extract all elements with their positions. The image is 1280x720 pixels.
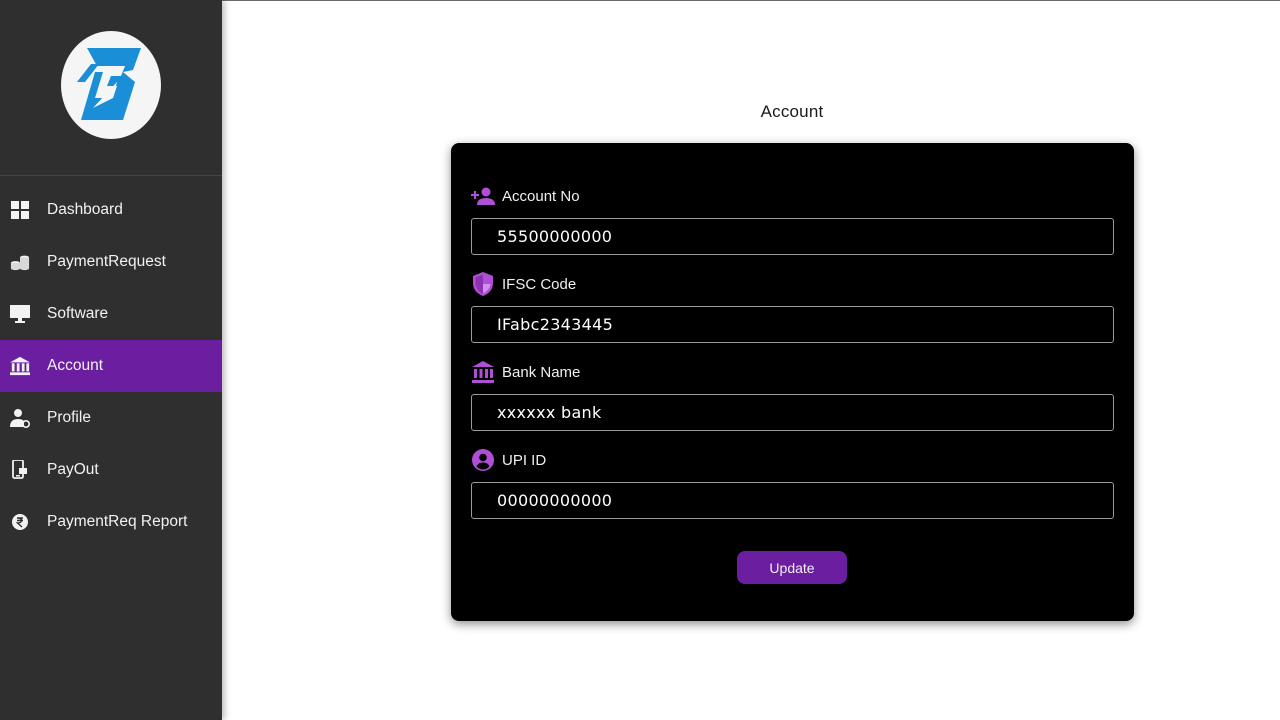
- account-circle-icon: [471, 448, 495, 472]
- sidebar-item-label: Profile: [47, 409, 91, 426]
- page-title: Account: [760, 102, 824, 121]
- ifsc-group: IFSC Code: [471, 271, 1114, 343]
- logo-b-icon: [77, 47, 141, 120]
- sidebar-item-label: Software: [47, 305, 109, 322]
- ifsc-label: IFSC Code: [502, 275, 577, 293]
- update-button[interactable]: Update: [737, 551, 847, 584]
- sidebar-item-software[interactable]: Software: [0, 288, 222, 340]
- upi-id-group: UPI ID: [471, 447, 1114, 519]
- account-form: Account No IFSC Code Bank Name: [451, 143, 1134, 621]
- sidebar-item-paymentrequest[interactable]: PaymentRequest: [0, 236, 222, 288]
- upi-id-input[interactable]: [471, 482, 1114, 519]
- sidebar: Dashboard PaymentRequest Software Accoun…: [0, 0, 222, 720]
- sidebar-item-dashboard[interactable]: Dashboard: [0, 184, 222, 236]
- account-no-input[interactable]: [471, 218, 1114, 255]
- rupee-circle-icon: [10, 512, 30, 532]
- sidebar-item-paymentreq-report[interactable]: PaymentReq Report: [0, 496, 222, 548]
- bank-icon: [471, 360, 495, 384]
- person-add-icon: [471, 184, 495, 208]
- ifsc-input[interactable]: [471, 306, 1114, 343]
- coins-stack-icon: [10, 252, 30, 272]
- dashboard-grid-icon: [10, 200, 30, 220]
- sidebar-item-payout[interactable]: PayOut: [0, 444, 222, 496]
- bank-name-label: Bank Name: [502, 363, 581, 381]
- sidebar-item-label: Account: [47, 357, 104, 374]
- brand-logo[interactable]: [61, 30, 161, 139]
- sidebar-item-label: PayOut: [47, 461, 99, 478]
- account-no-group: Account No: [471, 183, 1114, 255]
- account-no-label: Account No: [502, 187, 580, 205]
- sidebar-item-label: PaymentReq Report: [47, 513, 188, 530]
- shield-icon: [471, 272, 495, 296]
- bank-name-label-row: Bank Name: [471, 359, 1114, 385]
- upi-id-label-row: UPI ID: [471, 447, 1114, 473]
- sidebar-item-label: PaymentRequest: [47, 253, 166, 270]
- sidebar-item-label: Dashboard: [47, 201, 123, 218]
- sidebar-nav: Dashboard PaymentRequest Software Accoun…: [0, 184, 222, 548]
- ifsc-label-row: IFSC Code: [471, 271, 1114, 297]
- sidebar-item-account[interactable]: Account: [0, 340, 222, 392]
- user-settings-icon: [10, 408, 30, 428]
- main-content: Account Account No IFSC Code: [222, 0, 1280, 720]
- mobile-payment-icon: [10, 460, 30, 480]
- bank-name-group: Bank Name: [471, 359, 1114, 431]
- bank-icon: [10, 356, 30, 376]
- account-no-label-row: Account No: [471, 183, 1114, 209]
- monitor-icon: [10, 304, 30, 324]
- sidebar-item-profile[interactable]: Profile: [0, 392, 222, 444]
- upi-id-label: UPI ID: [502, 451, 547, 469]
- logo-area: [0, 0, 222, 176]
- bank-name-input[interactable]: [471, 394, 1114, 431]
